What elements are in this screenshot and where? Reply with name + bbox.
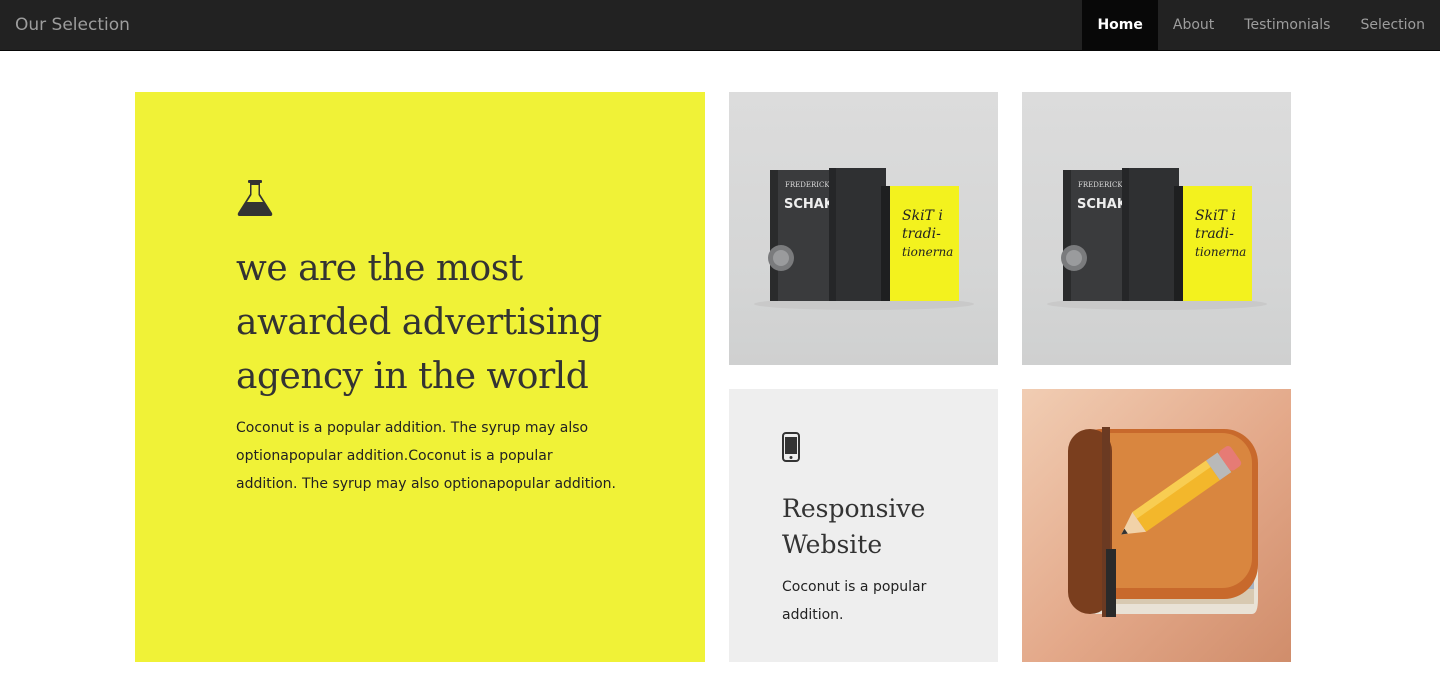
book-yellow-title-line: tradi-	[902, 226, 941, 242]
top-navbar: Our Selection Home About Testimonials Se…	[0, 0, 1440, 51]
book-yellow-title-line: tionerna	[1195, 245, 1246, 259]
book-title-text: SCHAK	[784, 197, 835, 212]
nav-item-selection[interactable]: Selection	[1345, 0, 1440, 50]
hero-description: Coconut is a popular addition. The syrup…	[236, 420, 616, 492]
nav-item-about[interactable]: About	[1158, 0, 1229, 50]
book-yellow-title-line: tionerna	[902, 245, 953, 259]
hero-heading-line: agency in the world	[236, 356, 589, 397]
book-yellow-title: SkiT i	[1195, 208, 1236, 224]
gallery-image-books-1[interactable]: FREDERICK FORSYTH SCHAK SkiT i tradi- ti…	[729, 92, 998, 365]
gallery-image-books-2[interactable]: FREDERICK FORSYTH SCHAK SkiT i tradi- ti…	[1022, 92, 1291, 365]
hero-tile: we are the most awarded advertising agen…	[135, 92, 705, 662]
main-nav: Home About Testimonials Selection	[1082, 0, 1440, 50]
feature-title: Responsive Website	[782, 494, 926, 559]
book-yellow-title: SkiT i	[902, 208, 943, 224]
hero-heading: we are the most awarded advertising agen…	[236, 242, 636, 404]
book-title-text: SCHAK	[1077, 197, 1128, 212]
books-image: FREDERICK FORSYTH SCHAK SkiT i tradi- ti…	[1047, 168, 1267, 310]
nav-item-home[interactable]: Home	[1082, 0, 1158, 50]
navbar-brand[interactable]: Our Selection	[15, 0, 130, 50]
books-image: FREDERICK FORSYTH SCHAK SkiT i tradi- ti…	[754, 168, 974, 310]
hero-heading-line: awarded advertising	[236, 302, 602, 343]
book-yellow-title-line: tradi-	[1195, 226, 1234, 242]
notebook-app-icon	[1068, 427, 1258, 617]
feature-description: Coconut is a popular addition.	[782, 579, 927, 623]
mobile-phone-icon	[782, 432, 800, 462]
gallery-image-notebook[interactable]	[1022, 389, 1291, 662]
flask-icon	[237, 180, 273, 216]
hero-heading-line: we are the most	[236, 248, 523, 289]
nav-item-testimonials[interactable]: Testimonials	[1229, 0, 1345, 50]
feature-tile: Responsive Website Coconut is a popular …	[729, 389, 998, 662]
